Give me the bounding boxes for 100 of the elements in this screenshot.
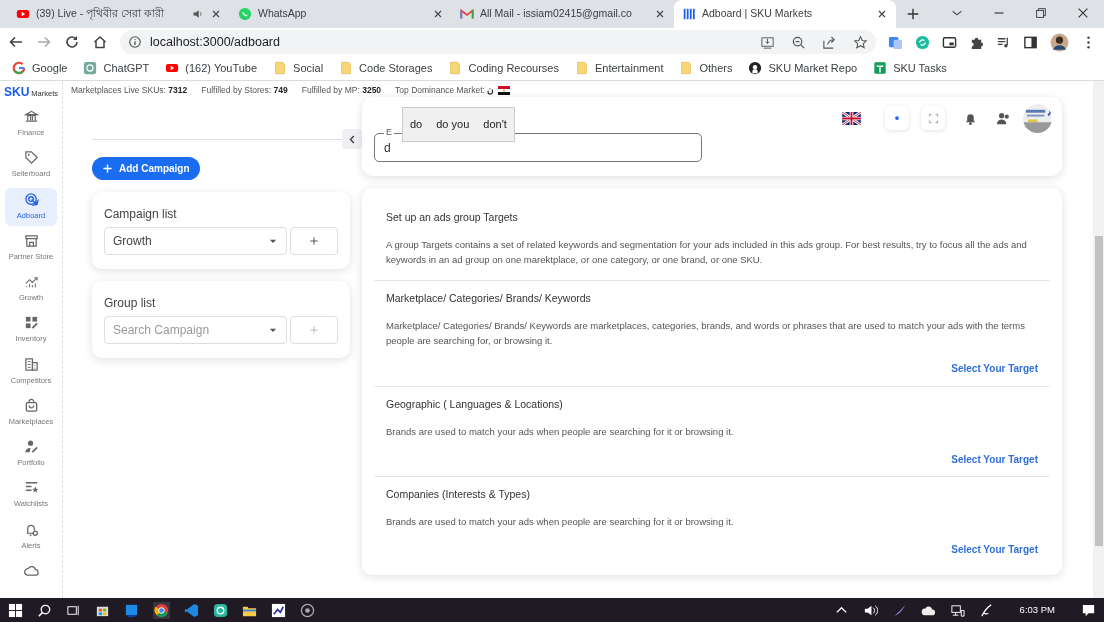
- bank-icon: [23, 109, 39, 124]
- browser-tab[interactable]: Adboard | SKU Markets: [674, 0, 896, 28]
- stat-text: Marketplaces Live SKUs: 7312: [71, 83, 188, 97]
- stat-text: Fulfilled by Stores: 749: [201, 83, 288, 97]
- dot-icon: [892, 113, 902, 123]
- section-title: Geographic ( Languages & Locations): [386, 396, 564, 412]
- plus-icon: [102, 163, 113, 174]
- bookmark[interactable]: Google: [12, 59, 68, 77]
- stat-text: Fulfilled by MP: 3250: [301, 83, 382, 97]
- add-campaign-button[interactable]: Add Campaign: [92, 157, 200, 180]
- picture-in-picture-icon[interactable]: [942, 34, 957, 50]
- collapse-button[interactable]: [342, 129, 362, 149]
- reload-icon[interactable]: [64, 34, 80, 50]
- section-description: Brands are used to match your ads when people are searching for it or browsing it.: [386, 424, 735, 439]
- star-icon[interactable]: [853, 34, 868, 50]
- plus-icon: [308, 324, 320, 336]
- logo-text: SKU: [4, 84, 30, 101]
- folder-icon: [273, 61, 288, 75]
- info-icon[interactable]: [128, 35, 142, 49]
- chat-bubble-icon: [238, 7, 252, 21]
- speaker-icon[interactable]: [862, 602, 878, 618]
- section-title: Marketplace/ Categories/ Brands/ Keywords: [386, 291, 592, 307]
- person-edit-icon: [23, 439, 39, 454]
- bookmark[interactable]: Entertainment: [574, 59, 664, 77]
- store-icon: [23, 232, 39, 248]
- bookmark[interactable]: Coding Recourses: [448, 59, 559, 77]
- fullscreen-icon: [927, 112, 939, 124]
- folder-icon: [574, 61, 589, 75]
- section-description: Marketplace/ Categories/ Brands/ Keywords are marketplaces, categories, brands, and words or phrases that are used to match your ads with the terms people are searching for, or browsing it.: [386, 318, 1026, 349]
- flag-icon: [498, 85, 511, 95]
- plus-icon: [308, 235, 320, 247]
- browser-tab[interactable]: (39) Live - পৃথিবীর সেরা কারী: [8, 0, 230, 28]
- section-description: Brands are used to match your ads when people are searching for it or browsing it.: [386, 514, 735, 529]
- spreadsheet-icon: [873, 61, 888, 75]
- app-icon[interactable]: [213, 602, 228, 618]
- section-description: A group Targets contains a set of related keywords and segmentation for your ads included in this ads group. For best results, try to focus all the ads and keywords in an ad group on one marektplace, or one category, or one brand, or one SKU.: [386, 237, 1028, 267]
- close-icon[interactable]: [654, 8, 666, 20]
- pen-icon[interactable]: [978, 602, 994, 618]
- building-icon: [23, 356, 39, 372]
- translate-icon[interactable]: [888, 34, 903, 50]
- bookmark[interactable]: SKU Tasks: [873, 59, 947, 77]
- mail-icon: [460, 7, 474, 21]
- section-title: Set up an ads group Targets: [386, 210, 519, 225]
- zoom-out-icon[interactable]: [791, 34, 806, 50]
- start-icon[interactable]: [8, 602, 23, 618]
- video-play-icon: [16, 7, 30, 21]
- profile-avatar-icon[interactable]: [1050, 32, 1069, 52]
- chart-app-icon[interactable]: [271, 602, 286, 618]
- browser-tab[interactable]: WhatsApp: [230, 0, 452, 28]
- network-icon[interactable]: [949, 602, 965, 618]
- new-tab-icon[interactable]: [906, 7, 920, 21]
- share-icon[interactable]: [822, 34, 837, 50]
- suggestion[interactable]: do: [410, 116, 423, 133]
- clock-time[interactable]: 6:03 PM: [1019, 602, 1055, 618]
- code-editor-icon[interactable]: [184, 602, 199, 618]
- side-panel-icon[interactable]: [1023, 34, 1038, 50]
- home-icon[interactable]: [92, 34, 108, 50]
- flag-icon[interactable]: [842, 111, 861, 125]
- bookmark[interactable]: (162) YouTube: [165, 59, 258, 77]
- monitor-icon[interactable]: [124, 602, 139, 618]
- circle-app-icon[interactable]: [300, 602, 315, 618]
- folder-icon: [339, 61, 354, 75]
- scrollbar[interactable]: [1093, 81, 1104, 598]
- address-bar[interactable]: localhost:3000/adboard: [120, 30, 876, 54]
- folder-icon: [679, 61, 694, 75]
- close-icon[interactable]: [210, 8, 222, 20]
- notifications-icon[interactable]: [1081, 602, 1096, 618]
- search-icon[interactable]: [37, 602, 52, 618]
- suggestion[interactable]: don't: [483, 116, 507, 133]
- list-label: Group list: [104, 295, 157, 312]
- close-icon[interactable]: [876, 8, 888, 20]
- bookmark[interactable]: SKU Market Repo: [748, 59, 858, 77]
- tag-icon: [23, 150, 39, 166]
- bookmark[interactable]: Code Storages: [339, 59, 433, 77]
- install-icon[interactable]: [760, 34, 775, 50]
- browser-icon[interactable]: [153, 601, 170, 619]
- select-target-link[interactable]: Select Your Target: [951, 363, 1038, 375]
- select-target-link[interactable]: Select Your Target: [951, 544, 1038, 556]
- folder-icon: [448, 61, 463, 75]
- bars-icon: [682, 7, 696, 21]
- suggestion[interactable]: do you: [436, 116, 470, 133]
- browser-tab[interactable]: All Mail - issiam02415@gmail.co: [452, 0, 674, 28]
- grid-edit-icon: [23, 315, 39, 331]
- close-icon[interactable]: [432, 8, 444, 20]
- close-icon[interactable]: [1076, 6, 1090, 20]
- users-icon[interactable]: [996, 110, 1011, 126]
- restore-icon[interactable]: [1034, 6, 1048, 20]
- select-field[interactable]: Growth: [104, 227, 287, 255]
- list-label: Campaign list: [104, 206, 178, 223]
- growth-chart-icon: [23, 274, 39, 289]
- bookmark[interactable]: Social: [273, 59, 324, 77]
- select-target-link[interactable]: Select Your Target: [951, 453, 1038, 465]
- google-icon: [12, 61, 26, 75]
- bookmark[interactable]: ChatGPT: [83, 59, 150, 77]
- video-play-icon: [165, 61, 180, 75]
- section-title: Companies (Interests & Types): [386, 487, 531, 503]
- shopping-bag-icon: [23, 397, 39, 413]
- bookmark[interactable]: Others: [679, 59, 733, 77]
- back-icon[interactable]: [8, 34, 24, 50]
- target-cursor-icon: [23, 191, 39, 207]
